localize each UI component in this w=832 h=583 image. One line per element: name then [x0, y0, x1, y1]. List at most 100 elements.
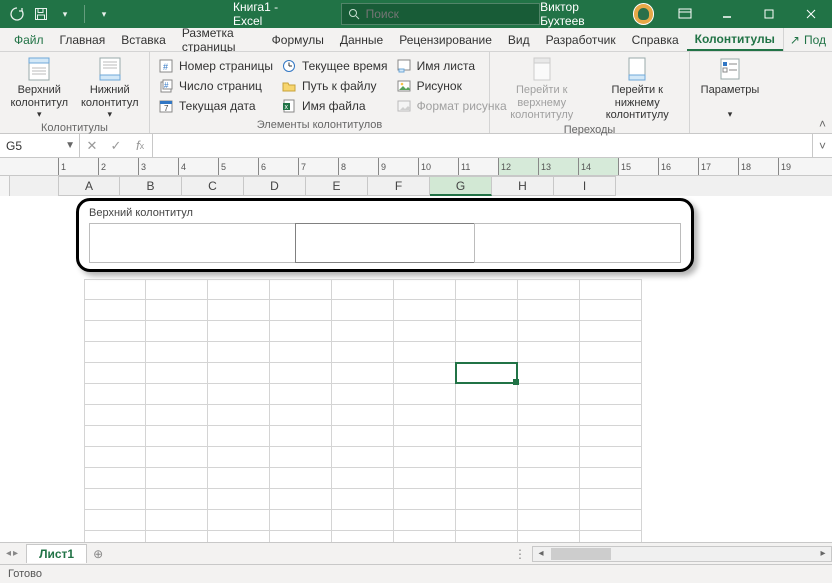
- current-date-button[interactable]: 7Текущая дата: [154, 96, 277, 116]
- cell[interactable]: [394, 447, 456, 468]
- header-right-section[interactable]: [474, 223, 681, 263]
- column-header[interactable]: F: [368, 176, 430, 196]
- column-header[interactable]: B: [120, 176, 182, 196]
- header-left-section[interactable]: [89, 223, 296, 263]
- cell[interactable]: [518, 447, 580, 468]
- cell[interactable]: [270, 468, 332, 489]
- share-button[interactable]: ↗Под: [783, 28, 832, 51]
- cell[interactable]: [146, 405, 208, 426]
- search-box[interactable]: [341, 3, 541, 25]
- cell[interactable]: [332, 363, 394, 384]
- cell[interactable]: [208, 405, 270, 426]
- tab-home[interactable]: Главная: [52, 28, 114, 51]
- cell[interactable]: [208, 426, 270, 447]
- cell[interactable]: [270, 300, 332, 321]
- cell[interactable]: [332, 510, 394, 531]
- cell[interactable]: [146, 363, 208, 384]
- cell[interactable]: [456, 468, 518, 489]
- minimize-button[interactable]: [706, 0, 748, 28]
- cell[interactable]: [84, 426, 146, 447]
- cell[interactable]: [332, 279, 394, 300]
- name-box[interactable]: G5▼: [0, 134, 80, 157]
- column-header[interactable]: A: [58, 176, 120, 196]
- cell[interactable]: [456, 510, 518, 531]
- cell[interactable]: [84, 384, 146, 405]
- fx-button[interactable]: fx: [128, 138, 152, 153]
- cell[interactable]: [518, 384, 580, 405]
- cell[interactable]: [518, 342, 580, 363]
- cell[interactable]: [518, 321, 580, 342]
- cell[interactable]: [208, 279, 270, 300]
- cell[interactable]: [270, 342, 332, 363]
- tab-file[interactable]: Файл: [6, 28, 52, 51]
- cell[interactable]: [84, 405, 146, 426]
- cell[interactable]: [146, 468, 208, 489]
- tab-developer[interactable]: Разработчик: [538, 28, 624, 51]
- cell[interactable]: [518, 279, 580, 300]
- header-center-section[interactable]: [295, 223, 475, 263]
- cell[interactable]: [208, 468, 270, 489]
- cell[interactable]: [270, 321, 332, 342]
- cell[interactable]: [518, 405, 580, 426]
- column-header[interactable]: C: [182, 176, 244, 196]
- cell[interactable]: [332, 384, 394, 405]
- cell[interactable]: [146, 321, 208, 342]
- tab-nav[interactable]: ◂▸: [6, 548, 18, 559]
- cell[interactable]: [456, 426, 518, 447]
- tab-help[interactable]: Справка: [624, 28, 687, 51]
- cell[interactable]: [518, 489, 580, 510]
- column-header[interactable]: E: [306, 176, 368, 196]
- file-name-button[interactable]: xИмя файла: [277, 96, 392, 116]
- page-canvas[interactable]: Верхний колонтитул: [0, 196, 832, 542]
- cell[interactable]: [146, 510, 208, 531]
- cell[interactable]: [84, 321, 146, 342]
- cell[interactable]: [580, 447, 642, 468]
- cell[interactable]: [270, 447, 332, 468]
- cell[interactable]: [518, 426, 580, 447]
- options-button[interactable]: Параметры▾: [694, 54, 766, 131]
- cell[interactable]: [332, 405, 394, 426]
- close-button[interactable]: [790, 0, 832, 28]
- cell[interactable]: [456, 321, 518, 342]
- cell[interactable]: [394, 489, 456, 510]
- cell[interactable]: [456, 489, 518, 510]
- cell[interactable]: [394, 384, 456, 405]
- cell[interactable]: [84, 279, 146, 300]
- cell[interactable]: [332, 489, 394, 510]
- cell[interactable]: [270, 510, 332, 531]
- cell[interactable]: [332, 300, 394, 321]
- undo-dropdown-icon[interactable]: ▾: [56, 5, 74, 23]
- cell[interactable]: [456, 363, 518, 384]
- cell[interactable]: [146, 279, 208, 300]
- cell[interactable]: [208, 447, 270, 468]
- tab-split-handle[interactable]: ⋮: [514, 547, 526, 561]
- cell[interactable]: [394, 468, 456, 489]
- file-path-button[interactable]: Путь к файлу: [277, 76, 392, 96]
- cell[interactable]: [456, 300, 518, 321]
- ribbon-display-button[interactable]: [664, 0, 706, 28]
- cell[interactable]: [270, 489, 332, 510]
- num-pages-button[interactable]: #Число страниц: [154, 76, 277, 96]
- tab-review[interactable]: Рецензирование: [391, 28, 500, 51]
- tab-page-layout[interactable]: Разметка страницы: [174, 28, 264, 51]
- collapse-ribbon-icon[interactable]: ˄: [819, 117, 826, 131]
- column-header[interactable]: I: [554, 176, 616, 196]
- cell[interactable]: [580, 279, 642, 300]
- cell[interactable]: [270, 405, 332, 426]
- current-time-button[interactable]: Текущее время: [277, 56, 392, 76]
- cell[interactable]: [84, 468, 146, 489]
- cell[interactable]: [456, 384, 518, 405]
- cell[interactable]: [270, 384, 332, 405]
- cell[interactable]: [580, 342, 642, 363]
- cell[interactable]: [270, 426, 332, 447]
- cell[interactable]: [208, 384, 270, 405]
- tab-insert[interactable]: Вставка: [113, 28, 174, 51]
- cell[interactable]: [394, 363, 456, 384]
- cell[interactable]: [394, 342, 456, 363]
- goto-footer-button[interactable]: Перейти к нижнему колонтитулу: [590, 54, 686, 124]
- cell[interactable]: [332, 447, 394, 468]
- page-number-button[interactable]: #Номер страницы: [154, 56, 277, 76]
- tab-formulas[interactable]: Формулы: [264, 28, 332, 51]
- add-sheet-button[interactable]: ⊕: [87, 547, 109, 561]
- user-account[interactable]: Виктор Бухтеев: [540, 0, 654, 28]
